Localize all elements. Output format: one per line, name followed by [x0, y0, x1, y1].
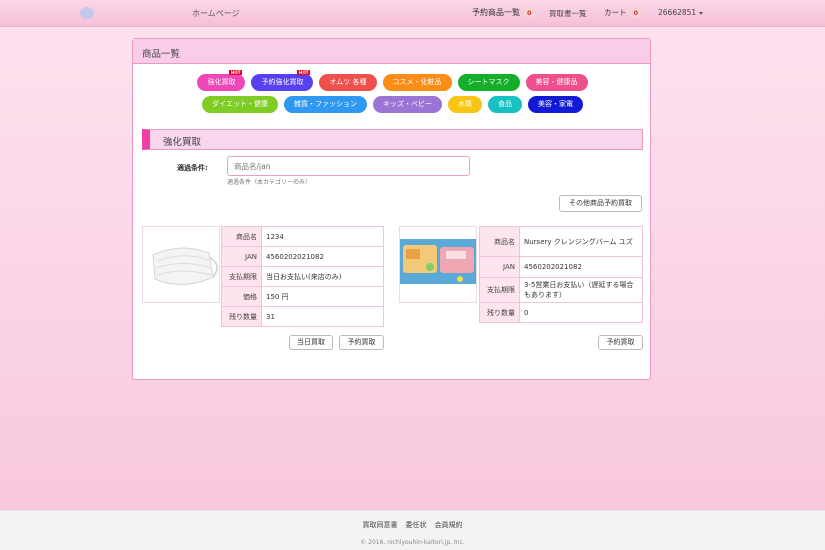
- info-value: 4560202021082: [519, 256, 643, 278]
- footer-links: 買取同意書 委任状 会員規約: [0, 520, 825, 530]
- nav-cart-link[interactable]: カート 0: [604, 7, 643, 18]
- copyright: © 2016, nichiyouhin-kaitori.jp, Inc.: [360, 539, 465, 546]
- category-label: 美容・家電: [537, 100, 573, 108]
- info-value: 150 円: [261, 286, 384, 307]
- product-info-row: 支払期限 3-5営業日お支払い（遅延する場合もあります）: [479, 277, 643, 303]
- filter-label: 適過条件:: [177, 164, 208, 172]
- product-info-table: 商品名 1234 JAN 4560202021082 支払期限 当日お支払い(来店のみ) 価…: [221, 226, 384, 327]
- category-buttons: 強化買取 HOT 予約強化買取 HOT オムツ 各種 コスメ・化粧品 シートマスク 美容・健康…: [133, 70, 652, 118]
- category-label: オムツ 各種: [329, 78, 367, 86]
- info-value: 4560202021082: [261, 246, 384, 267]
- footer-link-agreement[interactable]: 買取同意書: [363, 520, 398, 530]
- category-label: コスメ・化粧品: [392, 78, 442, 86]
- reserve-buy-button[interactable]: 予約買取: [598, 335, 643, 350]
- info-value: 0: [519, 302, 643, 323]
- site-logo[interactable]: [80, 5, 180, 21]
- category-button[interactable]: キッズ・ベビー: [372, 96, 442, 113]
- chevron-down-icon: [699, 11, 704, 15]
- navbar: ホームページ 予約商品一覧 0 買取書一覧 カート 0 26662851: [0, 0, 825, 27]
- reserve-count-badge: 0: [523, 7, 536, 18]
- filter-input[interactable]: [227, 156, 470, 176]
- product-info-table: 商品名 Nursery クレンジングバーム ユズ JAN 4560202021082 支…: [479, 226, 643, 323]
- category-label: 雑貨・ファッション: [293, 100, 357, 108]
- reserve-buy-button[interactable]: 予約買取: [339, 335, 384, 350]
- info-value: 1234: [261, 226, 384, 247]
- product-info-row: 残り数量 31: [221, 306, 384, 327]
- section-title: 強化買取: [142, 129, 643, 150]
- category-button[interactable]: 水筒: [447, 96, 482, 113]
- category-label: 予約強化買取: [261, 78, 304, 86]
- info-key: 残り数量: [479, 302, 520, 323]
- product-info-row: JAN 4560202021082: [221, 246, 384, 267]
- footer-link-power-of-attorney[interactable]: 委任状: [406, 520, 427, 530]
- category-button[interactable]: 強化買取 HOT: [197, 70, 246, 91]
- category-label: ダイエット・健康: [212, 100, 268, 108]
- category-row: 強化買取 HOT 予約強化買取 HOT オムツ 各種 コスメ・化粧品 シートマスク 美容・健康…: [133, 70, 652, 91]
- category-label: シートマスク: [467, 78, 510, 86]
- category-row: ダイエット・健康 雑貨・ファッション キッズ・ベビー 水筒 食品 美容・家電: [133, 96, 652, 113]
- category-button[interactable]: 雑貨・ファッション: [283, 96, 367, 113]
- category-button[interactable]: 美容・健康品: [525, 74, 588, 91]
- user-id: 26662851: [658, 8, 697, 17]
- product-info-row: 支払期限 当日お支払い(来店のみ): [221, 266, 384, 287]
- nav-reserve-list-label: 予約商品一覧: [472, 8, 520, 17]
- info-key: JAN: [221, 246, 262, 267]
- info-key: 商品名: [221, 226, 262, 247]
- filter-help-text: 適過条件（本カテゴリーのみ）: [227, 179, 312, 186]
- info-key: 価格: [221, 286, 262, 307]
- logo-mark-icon: [80, 7, 94, 19]
- category-label: 強化買取: [207, 78, 236, 86]
- category-label: 食品: [497, 100, 512, 108]
- category-button[interactable]: ダイエット・健康: [202, 96, 278, 113]
- nav-cart-label: カート: [604, 8, 627, 17]
- info-key: 商品名: [479, 226, 520, 257]
- product-info-row: JAN 4560202021082: [479, 256, 643, 278]
- product-list-panel: 商品一覧 強化買取 HOT 予約強化買取 HOT オムツ 各種 コスメ・化粧品 シートマスク…: [132, 38, 651, 380]
- category-button[interactable]: 予約強化買取 HOT: [251, 70, 314, 91]
- product-info-row: 商品名 1234: [221, 226, 384, 247]
- category-label: 美容・健康品: [535, 78, 578, 86]
- info-value: 3-5営業日お支払い（遅延する場合もあります）: [519, 277, 643, 303]
- panel-title: 商品一覧: [133, 39, 650, 64]
- other-reserve-button[interactable]: その他商品予約買取: [559, 195, 642, 212]
- category-button[interactable]: シートマスク: [457, 74, 520, 91]
- info-value: Nursery クレンジングバーム ユズ: [519, 226, 643, 257]
- product-info-row: 残り数量 0: [479, 302, 643, 323]
- nav-reserve-list-link[interactable]: 予約商品一覧 0: [472, 7, 536, 18]
- nav-buy-docs-link[interactable]: 買取書一覧: [549, 8, 587, 19]
- product-image-mask[interactable]: [142, 226, 220, 303]
- category-button[interactable]: 食品: [487, 96, 522, 113]
- footer: 買取同意書 委任状 会員規約 © 2016, nichiyouhin-kaito…: [0, 510, 825, 550]
- info-key: 残り数量: [221, 306, 262, 327]
- footer-link-terms[interactable]: 会員規約: [435, 520, 463, 530]
- hot-badge: HOT: [229, 70, 243, 75]
- info-value: 31: [261, 306, 384, 327]
- user-menu[interactable]: 26662851: [658, 8, 704, 17]
- product-info-row: 商品名 Nursery クレンジングバーム ユズ: [479, 226, 643, 257]
- product-image-cleansing-balm[interactable]: [399, 226, 477, 303]
- category-button[interactable]: コスメ・化粧品: [382, 74, 452, 91]
- same-day-buy-button[interactable]: 当日買取: [289, 335, 333, 350]
- info-key: 支払期限: [479, 277, 520, 303]
- info-value: 当日お支払い(来店のみ): [261, 266, 384, 287]
- category-button[interactable]: 美容・家電: [527, 96, 583, 113]
- category-label: キッズ・ベビー: [382, 100, 432, 108]
- product-info-row: 価格 150 円: [221, 286, 384, 307]
- info-key: JAN: [479, 256, 520, 278]
- category-label: 水筒: [457, 100, 472, 108]
- category-button[interactable]: オムツ 各種: [319, 74, 377, 91]
- cart-count-badge: 0: [629, 7, 643, 18]
- nav-home-link[interactable]: ホームページ: [192, 8, 240, 19]
- info-key: 支払期限: [221, 266, 262, 287]
- hot-badge: HOT: [297, 70, 311, 75]
